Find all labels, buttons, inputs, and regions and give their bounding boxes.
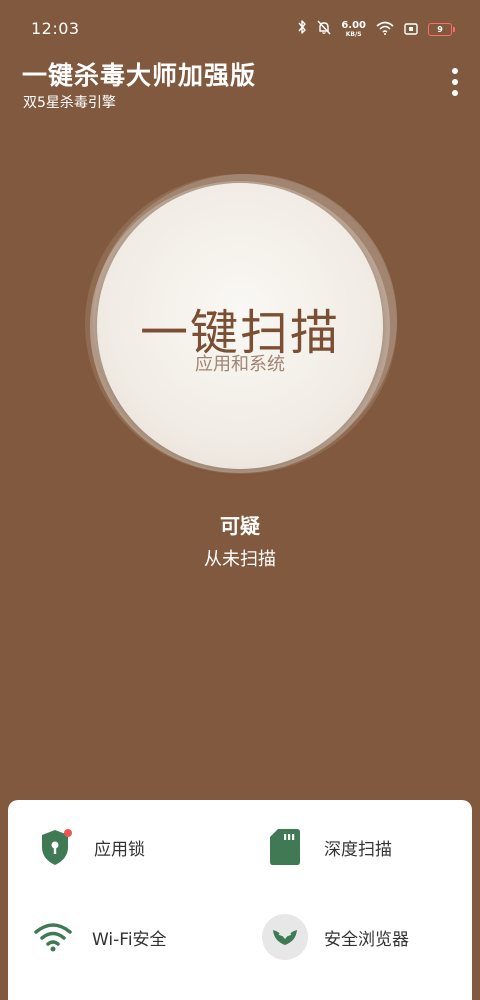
- deep-scan-label: 深度扫描: [324, 839, 392, 860]
- wifi-icon: [30, 914, 76, 960]
- more-dot-icon: [452, 68, 458, 74]
- more-dot-icon: [452, 90, 458, 96]
- status-bar: 12:03 6.00 KB/S 9: [0, 0, 480, 58]
- scan-subtitle: 应用和系统: [195, 354, 285, 375]
- bluetooth-icon: [297, 19, 307, 39]
- app-lock-button[interactable]: 应用锁: [32, 824, 145, 870]
- deep-scan-button[interactable]: 深度扫描: [262, 824, 392, 870]
- battery-icon: 9: [428, 22, 455, 36]
- wifi-status-icon: [376, 20, 394, 39]
- more-dot-icon: [452, 79, 458, 85]
- secure-browser-button[interactable]: 安全浏览器: [262, 914, 409, 960]
- status-time: 12:03: [31, 19, 80, 38]
- notification-badge: [64, 829, 72, 837]
- network-speed: 6.00 KB/S: [341, 19, 366, 38]
- app-lock-label: 应用锁: [94, 839, 145, 860]
- mute-bell-icon: [317, 20, 331, 39]
- scan-history-status: 从未扫描: [204, 549, 276, 570]
- network-speed-value: 6.00: [341, 19, 366, 31]
- browser-icon: [262, 914, 308, 960]
- battery-level: 9: [437, 24, 443, 34]
- one-key-scan-button[interactable]: 一键扫描 应用和系统: [97, 183, 383, 469]
- tools-card: 应用锁 深度扫描 Wi-Fi安全 安全浏览器: [8, 800, 472, 1000]
- security-status-label: 可疑: [220, 514, 260, 538]
- screen-cast-icon: [404, 20, 418, 39]
- app-subtitle: 双5星杀毒引擎: [23, 95, 116, 111]
- wifi-security-label: Wi-Fi安全: [92, 929, 167, 950]
- wifi-security-button[interactable]: Wi-Fi安全: [30, 914, 167, 960]
- sd-card-icon: [262, 824, 308, 870]
- status-icons: 6.00 KB/S 9: [297, 18, 455, 40]
- more-options-button[interactable]: [443, 64, 467, 100]
- app-title: 一键杀毒大师加强版: [22, 61, 257, 90]
- secure-browser-label: 安全浏览器: [324, 929, 409, 950]
- network-speed-unit: KB/S: [345, 30, 362, 38]
- shield-lock-icon: [32, 824, 78, 870]
